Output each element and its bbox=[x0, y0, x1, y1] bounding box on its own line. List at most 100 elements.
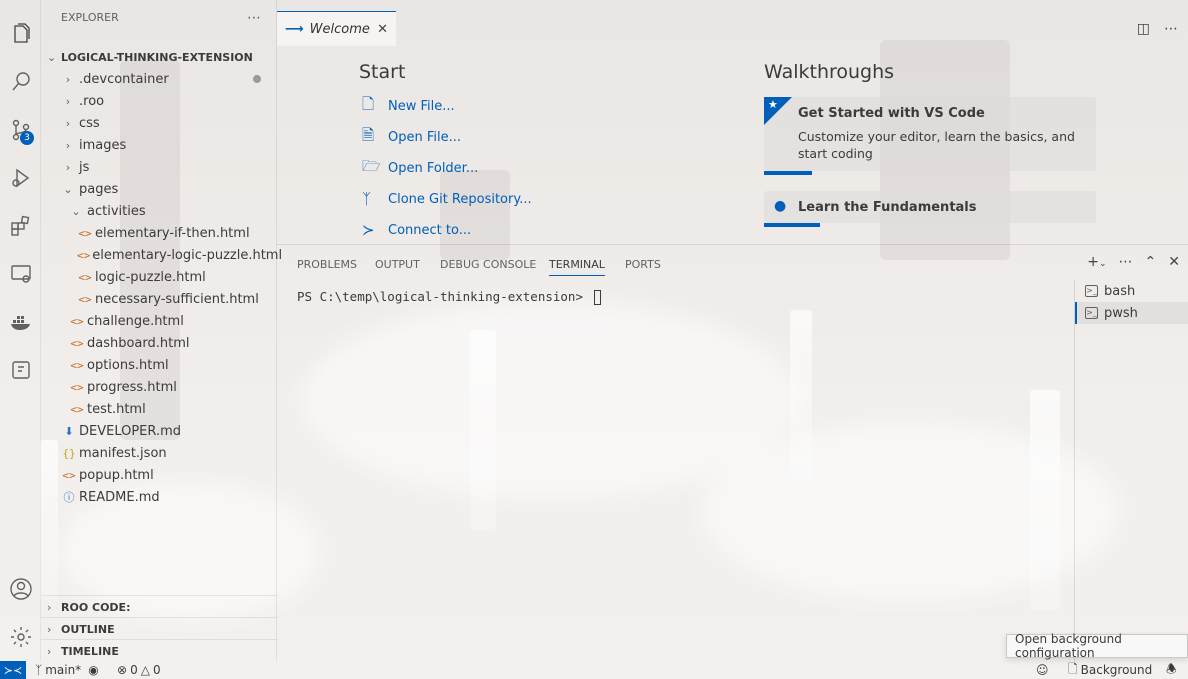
terminal-pwsh[interactable]: >_ pwsh bbox=[1075, 302, 1188, 324]
chevron-right-icon: › bbox=[65, 94, 71, 108]
tab-debug-console[interactable]: DEBUG CONSOLE bbox=[440, 258, 536, 271]
editor-actions: ◫ ⋯ bbox=[1137, 11, 1178, 46]
branch-status[interactable]: ᛉ main* ◉ bbox=[35, 661, 99, 679]
tab-problems[interactable]: PROBLEMS bbox=[297, 258, 357, 271]
open-folder-link[interactable]: 🗁 Open Folder... bbox=[362, 157, 478, 179]
terminal-bash[interactable]: >_ bash bbox=[1075, 280, 1188, 302]
walkthrough-progress bbox=[764, 223, 820, 227]
more-actions-icon[interactable]: ⋯ bbox=[247, 10, 262, 26]
extensions-icon[interactable] bbox=[0, 208, 41, 244]
notifications-status[interactable]: 🕭 bbox=[1166, 661, 1177, 679]
git-branch-icon: ᛉ bbox=[362, 190, 372, 208]
remote-indicator-icon[interactable]: ≻≺ bbox=[0, 661, 26, 679]
tab-output[interactable]: OUTPUT bbox=[375, 258, 420, 271]
tree-item[interactable]: <> elementary-logic-puzzle.html bbox=[41, 244, 282, 266]
tree-item-label: images bbox=[79, 137, 127, 153]
tree-item-label: logic-puzzle.html bbox=[95, 269, 206, 285]
vscode-logo-icon: ⟶ bbox=[285, 21, 304, 37]
editor-tabs: ⟶ Welcome ✕ ◫ ⋯ bbox=[277, 11, 1188, 46]
more-actions-icon[interactable]: ⋯ bbox=[1164, 21, 1178, 37]
html-file-icon: <> bbox=[70, 314, 84, 328]
open-folder-label: Open Folder... bbox=[388, 160, 479, 176]
html-file-icon: <> bbox=[70, 336, 84, 350]
tree-item[interactable]: ⓘ README.md bbox=[41, 486, 277, 508]
terminal-output[interactable]: PS C:\temp\logical-thinking-extension> bbox=[297, 289, 601, 305]
connect-to-link[interactable]: ≻ Connect to... bbox=[362, 219, 471, 241]
open-file-link[interactable]: 🗎 Open File... bbox=[362, 126, 461, 148]
more-actions-icon[interactable]: ⋯ bbox=[1119, 254, 1133, 270]
explorer-header: EXPLORER ⋯ bbox=[41, 0, 276, 35]
workspace-root-label: LOGICAL-THINKING-EXTENSION bbox=[61, 50, 253, 64]
tree-item[interactable]: › .roo bbox=[41, 90, 277, 112]
warning-count: 0 bbox=[152, 663, 161, 677]
section-roo-code[interactable]: › ROO CODE: bbox=[41, 596, 277, 618]
tree-item-label: necessary-sufficient.html bbox=[95, 291, 259, 307]
walkthrough-get-started[interactable]: ★ Get Started with VS Code Customize you… bbox=[764, 97, 1096, 175]
tree-item[interactable]: ⌄ pages bbox=[41, 178, 277, 200]
close-icon[interactable]: ✕ bbox=[377, 22, 388, 37]
panel-actions: +⌄ ⋯ ⌃ ✕ bbox=[1087, 254, 1180, 270]
tree-item[interactable]: <> options.html bbox=[41, 354, 277, 376]
status-bar: ≻≺ ᛉ main* ◉ ⊗ 0 △ 0 ☺ 🗋 Background 🕭 bbox=[0, 661, 1188, 679]
tree-item-label: elementary-if-then.html bbox=[95, 225, 250, 241]
split-editor-icon[interactable]: ◫ bbox=[1137, 21, 1150, 37]
section-timeline[interactable]: › TIMELINE bbox=[41, 640, 277, 662]
docker-icon[interactable] bbox=[0, 304, 41, 340]
explorer-icon[interactable] bbox=[0, 16, 41, 52]
close-panel-icon[interactable]: ✕ bbox=[1168, 254, 1180, 270]
run-debug-icon[interactable] bbox=[0, 160, 41, 196]
new-file-icon: 🗋 bbox=[362, 94, 375, 113]
workspace-root[interactable]: ⌄ LOGICAL-THINKING-EXTENSION bbox=[41, 46, 277, 68]
problems-status[interactable]: ⊗ 0 △ 0 bbox=[117, 661, 161, 679]
tree-item[interactable]: <> test.html bbox=[41, 398, 277, 420]
html-file-icon: <> bbox=[70, 358, 84, 372]
tree-item[interactable]: <> progress.html bbox=[41, 376, 277, 398]
tree-item[interactable]: › js bbox=[41, 156, 277, 178]
tree-item[interactable]: {} manifest.json bbox=[41, 442, 277, 464]
tree-item[interactable]: ⌄ activities bbox=[41, 200, 277, 222]
tree-item-label: .roo bbox=[79, 93, 105, 109]
new-file-link[interactable]: 🗋 New File... bbox=[362, 95, 455, 117]
settings-gear-icon[interactable] bbox=[0, 619, 41, 655]
search-icon[interactable] bbox=[0, 64, 41, 100]
activity-bar: 3 bbox=[0, 0, 41, 661]
chevron-down-icon: ⌄ bbox=[63, 182, 73, 196]
folder-icon: 🗁 bbox=[362, 156, 381, 175]
new-terminal-icon[interactable]: +⌄ bbox=[1087, 254, 1106, 270]
tab-welcome[interactable]: ⟶ Welcome ✕ bbox=[277, 11, 396, 46]
tree-item[interactable]: <> logic-puzzle.html bbox=[41, 266, 277, 288]
error-icon: ⊗ bbox=[117, 663, 128, 677]
tree-item[interactable]: <> challenge.html bbox=[41, 310, 277, 332]
tree-item[interactable]: › .devcontainer bbox=[41, 68, 277, 90]
copilot-status[interactable]: ☺ bbox=[1036, 661, 1049, 679]
tree-item[interactable]: › css bbox=[41, 112, 277, 134]
section-outline[interactable]: › OUTLINE bbox=[41, 618, 277, 640]
tab-ports[interactable]: PORTS bbox=[625, 258, 661, 271]
section-timeline-label: TIMELINE bbox=[61, 644, 119, 658]
tree-item[interactable]: <> elementary-if-then.html bbox=[41, 222, 277, 244]
tree-item[interactable]: ⬇ DEVELOPER.md bbox=[41, 420, 277, 442]
tree-item[interactable]: <> dashboard.html bbox=[41, 332, 277, 354]
html-file-icon: <> bbox=[62, 468, 76, 482]
tab-terminal[interactable]: TERMINAL bbox=[549, 258, 605, 276]
roo-code-icon[interactable] bbox=[0, 352, 41, 388]
chevron-down-icon: ⌄ bbox=[47, 50, 57, 64]
walkthrough-fundamentals[interactable]: ● Learn the Fundamentals bbox=[764, 191, 1096, 227]
walkthrough-title: Get Started with VS Code bbox=[798, 106, 985, 121]
tree-item-label: js bbox=[79, 159, 90, 175]
modified-dot bbox=[253, 75, 261, 83]
accounts-icon[interactable] bbox=[0, 571, 41, 607]
tree-item[interactable]: <> popup.html bbox=[41, 464, 277, 486]
maximize-panel-icon[interactable]: ⌃ bbox=[1145, 254, 1157, 270]
chevron-right-icon: › bbox=[65, 72, 71, 86]
source-control-icon[interactable]: 3 bbox=[0, 112, 41, 148]
background-status[interactable]: 🗋 Background bbox=[1068, 661, 1152, 679]
clone-repo-link[interactable]: ᛉ Clone Git Repository... bbox=[362, 188, 532, 210]
start-heading: Start bbox=[359, 61, 406, 83]
terminal-icon: >_ bbox=[1085, 285, 1098, 297]
tree-item[interactable]: <> necessary-sufficient.html bbox=[41, 288, 277, 310]
explorer-title: EXPLORER bbox=[61, 11, 119, 24]
remote-explorer-icon[interactable] bbox=[0, 256, 41, 292]
tree-item[interactable]: › images bbox=[41, 134, 277, 156]
chevron-right-icon: › bbox=[65, 116, 71, 130]
